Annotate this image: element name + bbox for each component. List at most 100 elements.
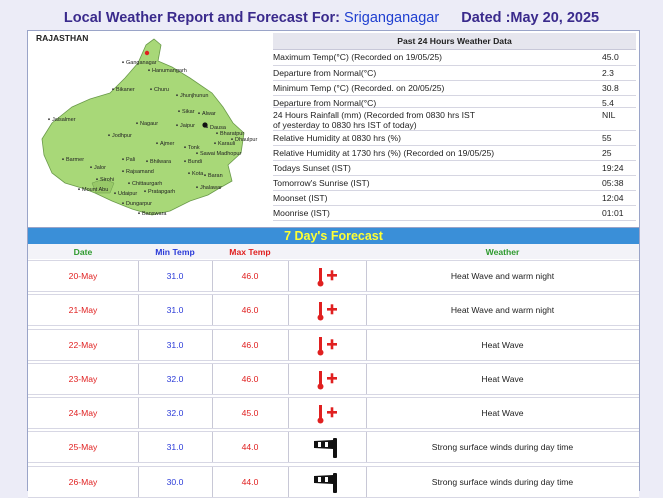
place-dot-icon <box>62 158 64 161</box>
row-label: Tomorrow's Sunrise (IST) <box>273 178 370 188</box>
place-dot-icon <box>214 142 216 145</box>
forecast-row: 23-May 32.0 46.0 Heat Wave <box>28 362 639 395</box>
thermometer-hot-icon <box>317 405 337 424</box>
place-label: Rajsamand <box>126 169 154 175</box>
place-label: Nagaur <box>140 121 158 127</box>
forecast-icon-cell <box>288 398 366 428</box>
row-label: Departure from Normal(°C) <box>273 98 377 108</box>
place-dot-icon <box>198 112 200 115</box>
place-label: Bhilwara <box>150 159 172 165</box>
row-label: 24 Hours Rainfall (mm) (Recorded from 08… <box>273 110 476 130</box>
page-title: Local Weather Report and Forecast For: S… <box>0 10 663 26</box>
wind-sock-icon <box>314 438 337 459</box>
forecast-min-temp: 31.0 <box>166 271 184 281</box>
title-prefix: Local Weather Report and Forecast For: <box>63 10 341 26</box>
row-value: NIL <box>602 110 616 120</box>
forecast-row: 26-May 30.0 44.0 Strong surface winds durin… <box>28 465 639 498</box>
place-label: Pali <box>126 157 135 163</box>
past-24h-row: Maximum Temp(°C) (Recorded on 19/05/25) 4… <box>273 50 636 66</box>
place-label: Sirohi <box>100 177 114 183</box>
thermometer-hot-icon <box>317 302 337 321</box>
row-value: 05:38 <box>602 178 624 188</box>
header-min-temp: Min Temp <box>155 247 195 257</box>
forecast-weather: Heat Wave and warm night <box>450 271 555 281</box>
row-value: 30.8 <box>602 83 619 93</box>
past-24h-row: Todays Sunset (IST) 19:24 <box>273 161 636 176</box>
forecast-weather: Heat Wave and warm night <box>450 305 555 316</box>
forecast-max-temp: 46.0 <box>241 373 259 384</box>
forecast-min-temp: 31.0 <box>166 442 184 453</box>
past-24h-row: Moonset (IST) 12:04 <box>273 191 636 206</box>
place-label: Alwar <box>202 111 216 117</box>
past-24h-table: Past 24 Hours Weather Data Maximum Temp(… <box>273 33 636 221</box>
forecast-weather: Strong surface winds during day time <box>431 442 574 453</box>
place-dot-icon <box>176 124 178 127</box>
place-dot-icon <box>48 118 50 121</box>
place-dot-icon <box>144 190 146 193</box>
row-label: Relative Humidity at 0830 hrs (%) <box>273 133 401 143</box>
place-dot-icon <box>176 94 178 97</box>
place-dot-icon <box>122 170 124 173</box>
place-dot-icon <box>96 178 98 181</box>
place-label: Pratapgarh <box>148 189 175 195</box>
place-dot-icon <box>178 110 180 113</box>
place-label: Jhunjhunun <box>180 93 208 99</box>
row-label: Relative Humidity at 1730 hrs (%) (Recor… <box>273 148 495 158</box>
row-label: Moonset (IST) <box>273 193 328 203</box>
place-label: Ganganagar <box>126 60 157 66</box>
report-date: Dated :May 20, 2025 <box>461 10 600 26</box>
place-dot-icon <box>146 160 148 163</box>
place-dot-icon <box>196 152 198 155</box>
forecast-icon-cell <box>288 330 366 360</box>
forecast-icon-cell <box>288 467 366 497</box>
place-label: Bundi <box>188 159 202 165</box>
past-24h-row: Relative Humidity at 1730 hrs (%) (Recor… <box>273 146 636 161</box>
forecast-date: 23-May <box>68 373 98 384</box>
row-value: 01:01 <box>602 208 624 218</box>
forecast-date: 22-May <box>68 339 98 350</box>
place-label: Jhalawar <box>200 185 222 191</box>
place-dot-icon <box>122 202 124 205</box>
forecast-icon-cell <box>288 295 366 325</box>
row-value: 5.4 <box>602 98 614 108</box>
place-dot-icon <box>196 186 198 189</box>
place-label: Hanumangarh <box>152 68 187 74</box>
forecast-icon-cell <box>288 364 366 394</box>
place-label: Jaipur <box>180 123 195 129</box>
place-dot-icon <box>136 122 138 125</box>
forecast-title: 7 Day's Forecast <box>28 228 639 244</box>
forecast-row: 22-May 31.0 46.0 Heat Wave <box>28 328 639 361</box>
wind-sock-icon <box>314 472 337 493</box>
place-label: Banswara <box>142 211 167 217</box>
place-dot-icon <box>112 88 114 91</box>
header-date: Date <box>73 247 93 257</box>
header-weather: Weather <box>485 247 520 257</box>
forecast-max-temp: 46.0 <box>241 305 259 316</box>
forecast-date: 20-May <box>68 271 98 281</box>
row-value: 12:04 <box>602 193 624 203</box>
place-label: Jalor <box>94 165 106 171</box>
place-label: Jaisalmer <box>52 117 76 123</box>
place-dot-icon <box>114 192 116 195</box>
place-dot-icon <box>216 132 218 135</box>
place-label: Udaipur <box>118 191 137 197</box>
forecast-table: 7 Day's Forecast Date Min Temp Max Temp … <box>27 227 640 498</box>
forecast-max-temp: 46.0 <box>241 271 259 281</box>
forecast-date: 24-May <box>68 408 98 419</box>
place-dot-icon <box>122 158 124 161</box>
past-24h-row: Moonrise (IST) 01:01 <box>273 206 636 221</box>
forecast-min-temp: 31.0 <box>166 339 184 350</box>
row-label: Departure from Normal(°C) <box>273 68 377 78</box>
rajasthan-map: RAJASTHAN Ganganagar Hanumangarh Bikaner Ch… <box>36 33 257 217</box>
place-dot-icon <box>204 174 206 177</box>
past-24h-row: Tomorrow's Sunrise (IST) 05:38 <box>273 176 636 191</box>
row-label: Minimum Temp (°C) (Recorded. on 20/05/25… <box>273 83 445 93</box>
forecast-max-temp: 44.0 <box>241 476 259 487</box>
forecast-weather: Strong surface winds during day time <box>431 476 574 487</box>
place-label: Dhaulpur <box>235 137 257 143</box>
place-dot-icon <box>122 61 124 64</box>
place-dot-icon <box>150 88 152 91</box>
place-label: Kota <box>192 171 204 177</box>
forecast-row: 25-May 31.0 44.0 Strong surface winds durin… <box>28 431 639 464</box>
place-dot-icon <box>184 160 186 163</box>
